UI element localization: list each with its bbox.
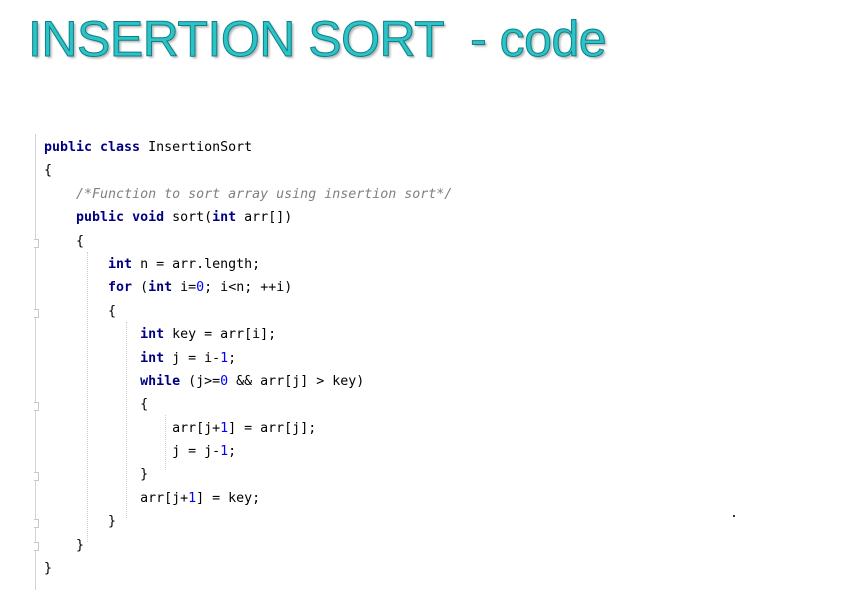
code-token: n = arr.length; <box>132 256 261 272</box>
code-line: arr[j+1] = arr[j]; <box>44 417 452 440</box>
code-token: int <box>212 210 237 226</box>
code-token: j = i- <box>164 350 221 366</box>
code-token: { <box>44 303 117 319</box>
fold-marker-icon <box>34 519 39 528</box>
code-token: i= <box>172 280 197 296</box>
code-token: ; i<n; ++i) <box>204 280 293 296</box>
code-line: j = j-1; <box>44 440 452 463</box>
code-line: } <box>44 510 452 533</box>
fold-marker-icon <box>34 239 39 248</box>
code-token: for <box>108 280 133 296</box>
code-token: 0 <box>220 373 229 389</box>
code-token: ; <box>228 350 237 366</box>
code-token: { <box>44 233 85 249</box>
code-line: } <box>44 463 452 486</box>
code-token: public class <box>44 140 141 155</box>
code-line: /*Function to sort array using insertion… <box>44 183 452 206</box>
code-editor: public class InsertionSort { /*Function t… <box>30 132 810 592</box>
code-token: } <box>44 537 85 553</box>
code-token: } <box>44 467 149 483</box>
code-token: sort( <box>164 210 213 226</box>
code-token: arr[]) <box>236 210 293 226</box>
code-line: int n = arr.length; <box>44 253 452 276</box>
code-line: { <box>44 159 452 182</box>
code-token: j = j- <box>44 444 221 460</box>
code-token: arr[j+ <box>44 420 221 436</box>
code-token: ; <box>228 444 237 460</box>
code-line: int j = i-1; <box>44 347 452 370</box>
code-token: public void <box>76 210 165 226</box>
code-token: { <box>44 163 53 179</box>
code-token: { <box>44 397 149 413</box>
fold-marker-icon <box>34 542 39 551</box>
code-token: 1 <box>220 350 229 366</box>
fold-marker-icon <box>34 402 39 411</box>
code-line: } <box>44 534 452 557</box>
fold-marker-icon <box>34 309 39 318</box>
code-line: arr[j+1] = key; <box>44 487 452 510</box>
code-token: ( <box>132 280 149 296</box>
code-block: public class InsertionSort { /*Function t… <box>44 136 452 580</box>
code-line: public void sort(int arr[]) <box>44 206 452 229</box>
slide-title: INSERTION SORT - code <box>27 11 607 67</box>
code-token: key = arr[i]; <box>164 327 277 343</box>
code-token: int <box>108 256 133 272</box>
code-line: while (j>=0 && arr[j] > key) <box>44 370 452 393</box>
code-token: InsertionSort <box>140 140 253 155</box>
code-token: && arr[j] > key) <box>228 373 365 389</box>
code-token: while <box>140 373 181 389</box>
code-token: 1 <box>220 444 229 460</box>
code-token: } <box>44 514 117 530</box>
code-token: int <box>148 280 173 296</box>
code-token: ] = arr[j]; <box>228 420 317 436</box>
code-token: /*Function to sort array using insertion… <box>76 186 453 202</box>
stray-dot <box>733 515 735 517</box>
code-token: (j>= <box>180 373 221 389</box>
code-token: ] = key; <box>196 490 261 506</box>
code-line: { <box>44 393 452 416</box>
code-token: int <box>140 327 165 343</box>
code-line: } <box>44 557 452 580</box>
code-token: arr[j+ <box>44 490 189 506</box>
code-token: 0 <box>196 280 205 296</box>
code-line: int key = arr[i]; <box>44 323 452 346</box>
code-line: public class InsertionSort <box>44 136 452 159</box>
code-line: { <box>44 230 452 253</box>
fold-marker-icon <box>34 472 39 481</box>
code-token: } <box>44 561 53 577</box>
code-line: { <box>44 300 452 323</box>
code-token: 1 <box>188 490 197 506</box>
code-line: for (int i=0; i<n; ++i) <box>44 276 452 299</box>
code-token: 1 <box>220 420 229 436</box>
code-token: int <box>140 350 165 366</box>
